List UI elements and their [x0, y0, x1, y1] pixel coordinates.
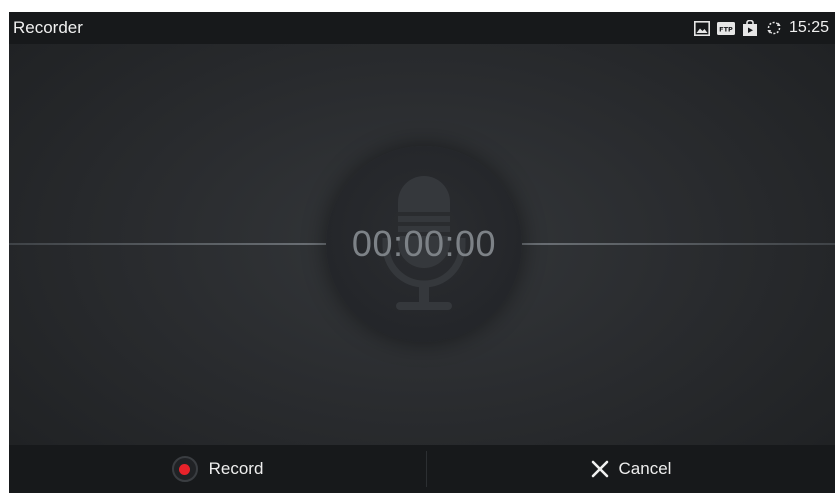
elapsed-timer: 00:00:00 — [351, 223, 497, 264]
waveform-line-right — [521, 243, 835, 245]
recorder-screen: Recorder FTP 15:25 00:00:00 Record Cance… — [9, 12, 835, 493]
store-bag-icon — [741, 19, 759, 37]
app-title: Recorder — [13, 18, 83, 37]
cancel-button[interactable]: Cancel — [427, 445, 835, 493]
record-button[interactable]: Record — [9, 445, 426, 493]
action-bar: Record Cancel — [9, 445, 835, 493]
record-dot — [179, 463, 191, 475]
record-button-label: Record — [208, 459, 264, 478]
sync-icon — [765, 19, 783, 37]
recorder-main-area: 00:00:00 — [9, 44, 835, 445]
cancel-button-label: Cancel — [618, 459, 672, 478]
waveform-line-left — [9, 243, 327, 245]
microphone-badge: 00:00:00 — [326, 146, 522, 342]
status-clock: 15:25 — [788, 19, 829, 36]
image-icon — [693, 19, 711, 37]
status-icons: FTP 15:25 — [693, 18, 829, 38]
ftp-icon: FTP — [716, 19, 735, 37]
record-dot-icon — [171, 456, 198, 482]
status-bar: Recorder FTP 15:25 — [9, 12, 835, 44]
close-icon — [591, 460, 608, 478]
ftp-icon-label: FTP — [719, 25, 733, 33]
